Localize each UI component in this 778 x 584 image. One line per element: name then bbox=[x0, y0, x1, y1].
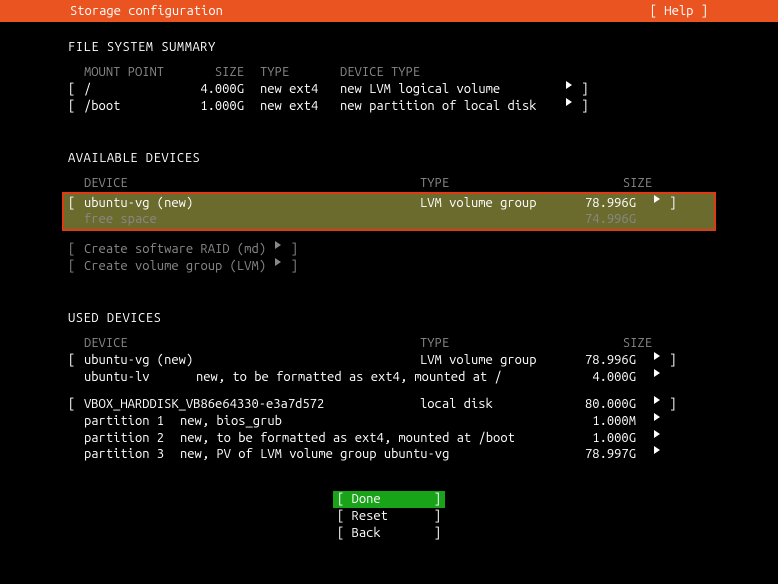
chevron-right-icon bbox=[654, 352, 660, 360]
fss-header: FILE SYSTEM SUMMARY bbox=[68, 40, 710, 54]
used-header: USED DEVICES bbox=[68, 311, 710, 325]
avail-column-headers: DEVICETYPESIZE bbox=[68, 175, 710, 192]
chevron-right-icon bbox=[566, 98, 572, 106]
chevron-right-icon bbox=[654, 369, 660, 377]
chevron-right-icon bbox=[654, 446, 660, 454]
avail-header: AVAILABLE DEVICES bbox=[68, 151, 710, 165]
used-column-headers: DEVICETYPESIZE bbox=[68, 335, 710, 352]
chevron-right-icon bbox=[654, 396, 660, 404]
chevron-right-icon bbox=[275, 258, 281, 266]
back-button[interactable]: [ Back] bbox=[333, 525, 445, 542]
used-lv-row[interactable]: ubuntu-lvnew, to be formatted as ext4, m… bbox=[68, 369, 710, 386]
used-partition-3[interactable]: partition 3new, PV of LVM volume group u… bbox=[68, 446, 710, 463]
chevron-right-icon bbox=[654, 195, 660, 203]
fss-row-boot[interactable]: [ /boot1.000Gnew ext4new partition of lo… bbox=[68, 98, 710, 115]
chevron-right-icon bbox=[654, 430, 660, 438]
reset-button[interactable]: [ Reset] bbox=[333, 508, 445, 525]
create-lvm-button[interactable]: [ Create volume group (LVM) ] bbox=[68, 258, 710, 275]
used-vg-row[interactable]: [ ubuntu-vg (new)LVM volume group78.996G… bbox=[68, 352, 710, 369]
fss-row-root[interactable]: [ /4.000Gnew ext4new LVM logical volume … bbox=[68, 81, 710, 98]
create-raid-button[interactable]: [ Create software RAID (md) ] bbox=[68, 241, 710, 258]
fss-column-headers: MOUNT POINTSIZETYPEDEVICE TYPE bbox=[68, 64, 710, 81]
chevron-right-icon bbox=[566, 81, 572, 89]
header-bar: Storage configuration [ Help ] bbox=[0, 0, 778, 22]
content-area: FILE SYSTEM SUMMARY MOUNT POINTSIZETYPED… bbox=[0, 22, 778, 463]
help-link[interactable]: [ Help ] bbox=[650, 4, 778, 18]
avail-selected-device[interactable]: [ ubuntu-vg (new)LVM volume group78.996G… bbox=[62, 192, 716, 232]
chevron-right-icon bbox=[275, 241, 281, 249]
page-title: Storage configuration bbox=[0, 4, 223, 18]
done-button[interactable]: [ Done] bbox=[333, 491, 445, 508]
footer-buttons: [ Done] [ Reset] [ Back] bbox=[0, 491, 778, 542]
used-partition-2[interactable]: partition 2new, to be formatted as ext4,… bbox=[68, 430, 710, 447]
chevron-right-icon bbox=[654, 413, 660, 421]
used-partition-1[interactable]: partition 1new, bios_grub1.000M bbox=[68, 413, 710, 430]
used-disk-row[interactable]: [ VBOX_HARDDISK_VB86e64330-e3a7d572local… bbox=[68, 396, 710, 413]
